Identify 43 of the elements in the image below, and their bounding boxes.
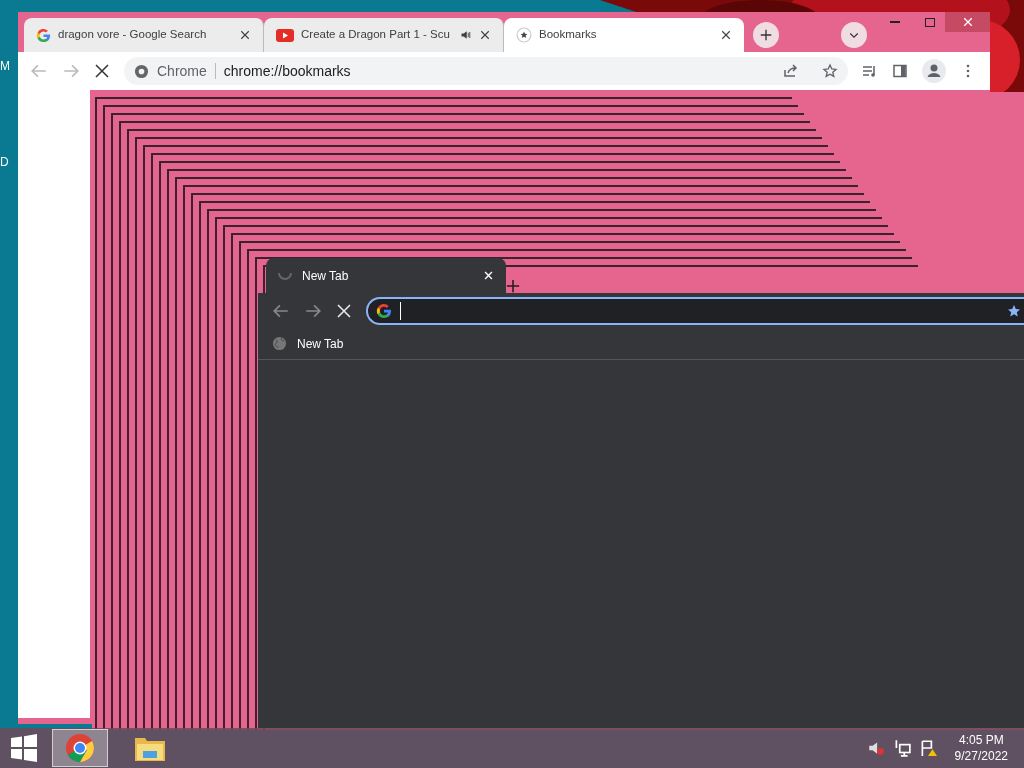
address-field[interactable] [366,296,1024,325]
google-icon [376,302,392,319]
windows-logo-icon[interactable] [10,734,38,762]
side-panel-icon[interactable] [892,63,908,79]
close-icon[interactable] [239,29,251,41]
play-icon [276,28,294,42]
desktop-icon-label: D [0,156,10,168]
maximize-icon [925,17,935,27]
browser-tab[interactable]: dragon vore - Google Search [24,18,264,52]
share-icon[interactable] [782,63,798,79]
address-bar[interactable]: Chrome chrome://bookmarks [124,57,848,85]
browser-tab[interactable]: New Tab [266,258,506,293]
url-text: chrome://bookmarks [223,61,352,81]
clock-date: 9/27/2022 [954,748,1008,764]
tab-search-button[interactable] [841,22,867,48]
browser-tab[interactable]: Create a Dragon Part 1 - Scu [264,18,504,52]
playlist-icon[interactable] [862,63,878,79]
bookmark-item[interactable]: New Tab [297,334,344,353]
close-icon[interactable] [720,29,732,41]
close-icon [962,17,973,27]
new-tab-icon[interactable] [506,279,520,293]
globe-icon [272,336,287,351]
loading-spinner-icon [278,271,292,280]
speaker-icon [460,29,472,41]
star-icon[interactable] [822,63,838,79]
browser-tab[interactable]: Bookmarks [504,18,744,52]
stop-icon[interactable] [94,63,110,79]
profile-icon[interactable] [922,59,946,83]
chrome-icon [65,733,95,763]
tab-title: dragon vore - Google Search [58,27,208,43]
google-icon [36,27,51,43]
taskbar-app[interactable] [52,729,108,767]
tab-title: Create a Dragon Part 1 - Scu [301,27,451,43]
close-icon[interactable] [479,29,491,41]
desktop-icon-label: M [0,60,10,72]
plus-icon [759,28,773,42]
site-label: Chrome [157,61,207,81]
tab-title: Bookmarks [539,27,598,43]
new-tab-button[interactable] [753,22,779,48]
tab-title: New Tab [302,267,350,285]
clock-time: 4:05 PM [958,732,1004,748]
chrome-icon [134,63,149,79]
minimize-icon [890,21,900,23]
